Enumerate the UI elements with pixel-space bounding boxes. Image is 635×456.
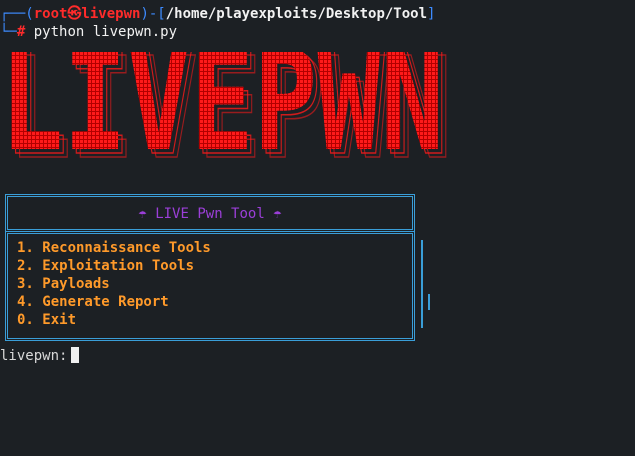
prompt-line-2: └─# python livepwn.py <box>0 23 177 41</box>
menu-title-frame: ☂ LIVE Pwn Tool ☂ <box>5 194 415 232</box>
livepwn-banner: LIVEPWN LIVEPWN LIVEPWN <box>0 52 453 172</box>
prompt-user-host: root㉿livepwn <box>33 6 141 22</box>
menu-item-exit[interactable]: 0. Exit <box>17 311 76 329</box>
banner-text: LIVEPWN <box>0 52 444 172</box>
menu-item-generate-report[interactable]: 4. Generate Report <box>17 293 169 311</box>
text-cursor[interactable] <box>71 347 80 363</box>
prompt-bracket-close: ] <box>427 6 436 22</box>
menu-item-exploitation[interactable]: 2. Exploitation Tools <box>17 257 194 275</box>
input-line[interactable]: livepwn: <box>0 347 80 365</box>
prompt-corner-top: ┌──( <box>0 6 34 22</box>
frame-edge-line <box>421 240 423 328</box>
prompt-command: python livepwn.py <box>25 24 178 40</box>
prompt-corner-bottom: └─ <box>0 24 17 40</box>
prompt-line-1: ┌──(root㉿livepwn)-[/home/playexploits/De… <box>0 5 435 23</box>
menu-title: ☂ LIVE Pwn Tool ☂ <box>138 206 282 222</box>
menu-item-payloads[interactable]: 3. Payloads <box>17 275 110 293</box>
prompt-path: /home/playexploits/Desktop/Tool <box>165 6 428 22</box>
frame-edge-line <box>428 294 430 310</box>
menu-item-reconnaissance[interactable]: 1. Reconnaissance Tools <box>17 239 211 257</box>
prompt-separator: )-[ <box>140 6 166 22</box>
input-prompt: livepwn: <box>0 348 68 364</box>
